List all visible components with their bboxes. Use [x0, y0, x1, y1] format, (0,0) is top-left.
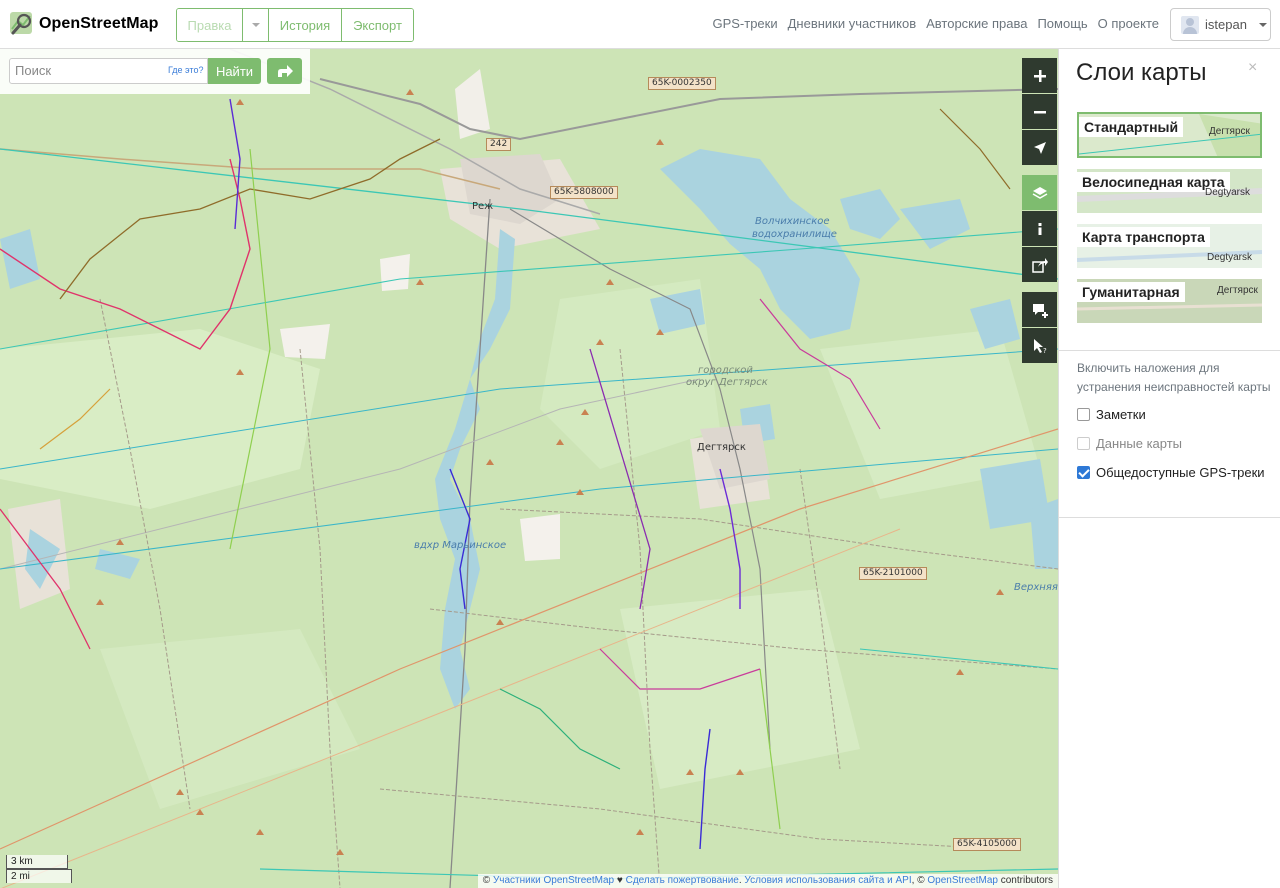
attribution: © Участники OpenStreetMap ♥ Сделать поже…: [477, 874, 1058, 888]
map-label-district-2: округ Дегтярск: [686, 377, 768, 388]
layers-button[interactable]: [1022, 175, 1057, 210]
map-canvas[interactable]: Реж Волчихинское водохранилище городской…: [0, 49, 1058, 888]
zoom-in-button[interactable]: [1022, 58, 1057, 93]
map-data-checkbox[interactable]: [1077, 437, 1090, 450]
gps-traces-checkbox[interactable]: [1077, 466, 1090, 479]
close-icon[interactable]: ×: [1248, 59, 1257, 77]
locate-button[interactable]: [1022, 130, 1057, 165]
map-tiles: [0, 49, 1058, 888]
nav-gps-traces[interactable]: GPS-треки: [712, 16, 777, 31]
edit-dropdown-button[interactable]: [243, 9, 269, 41]
directions-icon: [277, 65, 293, 77]
contributors-link[interactable]: Участники OpenStreetMap: [493, 875, 614, 886]
info-icon: [1038, 222, 1041, 235]
history-button[interactable]: История: [269, 9, 342, 41]
edit-button[interactable]: Правка: [177, 9, 243, 41]
share-button[interactable]: [1022, 247, 1057, 282]
overlay-label: Заметки: [1096, 407, 1146, 422]
road-shield: 65K-4105000: [953, 838, 1021, 851]
scale-km: 3 km: [6, 855, 68, 869]
plus-icon: [1033, 69, 1046, 82]
layer-preview-label: Degtyarsk: [1207, 252, 1253, 263]
map-label-village: Верхняя: [1014, 582, 1058, 593]
osm-link[interactable]: OpenStreetMap: [927, 875, 998, 886]
layer-label: Карта транспорта: [1077, 227, 1210, 247]
road-shield: 65K-5808000: [550, 186, 618, 199]
note-add-icon: [1032, 303, 1048, 318]
map-key-button[interactable]: [1022, 211, 1057, 246]
chevron-down-icon: [251, 23, 260, 27]
layers-sidebar: Слои карты × Стандартный Дегтярск Велоси…: [1058, 49, 1280, 888]
donate-link[interactable]: Сделать пожертвование: [626, 875, 739, 886]
add-note-button[interactable]: [1022, 292, 1057, 327]
sidebar-title: Слои карты: [1076, 59, 1207, 86]
avatar: [1181, 15, 1199, 34]
divider: [1059, 350, 1280, 351]
map-controls: ?: [1022, 58, 1057, 364]
layer-label: Гуманитарная: [1077, 282, 1185, 302]
heart-icon: ♥: [616, 875, 623, 886]
notes-checkbox[interactable]: [1077, 408, 1090, 421]
overlay-label: Общедоступные GPS-треки: [1096, 465, 1265, 480]
cursor-question-icon: ?: [1033, 338, 1047, 354]
logo-text: OpenStreetMap: [39, 15, 159, 32]
logo[interactable]: OpenStreetMap: [9, 11, 159, 37]
overlay-label: Данные карты: [1096, 436, 1183, 451]
overlay-notes[interactable]: Заметки: [1077, 407, 1146, 422]
layer-standard[interactable]: Стандартный Дегтярск: [1077, 112, 1262, 158]
header: OpenStreetMap Правка История Экспорт GPS…: [0, 0, 1280, 49]
layer-humanitarian[interactable]: Гуманитарная Дегтярск: [1077, 279, 1262, 323]
attribution-tail: contributors: [1000, 875, 1053, 886]
map-label-reservoir: Волчихинское: [755, 216, 830, 227]
edit-button-group: Правка История Экспорт: [176, 8, 414, 42]
layer-cycle[interactable]: Велосипедная карта Degtyarsk: [1077, 169, 1262, 213]
export-button[interactable]: Экспорт: [342, 9, 413, 41]
top-nav: GPS-треки Дневники участников Авторские …: [712, 16, 1159, 31]
nav-about[interactable]: О проекте: [1098, 16, 1159, 31]
location-arrow-icon: [1033, 141, 1046, 154]
svg-text:?: ?: [1043, 347, 1047, 354]
overlay-gps-traces[interactable]: Общедоступные GPS-треки: [1077, 465, 1265, 480]
terms-link[interactable]: Условия использования сайта и API: [744, 875, 911, 886]
share-icon: [1031, 257, 1048, 273]
overlay-info: Включить наложения для устранения неиспр…: [1077, 361, 1271, 394]
layer-label: Стандартный: [1079, 117, 1184, 137]
layer-preview-label: Дегтярск: [1217, 285, 1258, 296]
nav-diaries[interactable]: Дневники участников: [788, 16, 917, 31]
scale-mi: 2 mi: [6, 869, 72, 883]
nav-copyright[interactable]: Авторские права: [926, 16, 1027, 31]
osm-logo-icon: [9, 11, 35, 37]
map-label-district: городской: [698, 365, 753, 376]
user-menu-button[interactable]: istepan: [1170, 8, 1271, 41]
attribution-copy: ©: [482, 875, 491, 886]
map-scale: 3 km 2 mi: [6, 855, 72, 883]
query-features-button[interactable]: ?: [1022, 328, 1057, 363]
search-go-button[interactable]: Найти: [208, 58, 261, 84]
map-label-city: Реж: [472, 201, 494, 212]
search-bar: Поиск Где это? Найти: [0, 49, 310, 94]
minus-icon: [1033, 110, 1046, 113]
username: istepan: [1205, 17, 1247, 32]
attribution-dot: .: [738, 875, 742, 886]
chevron-down-icon: [1258, 22, 1267, 27]
map-label-town: Дегтярск: [697, 442, 746, 453]
road-shield: 65K-2101000: [859, 567, 927, 580]
map-label-pond: вдхр Марьинское: [414, 540, 507, 551]
overlay-map-data[interactable]: Данные карты: [1077, 436, 1182, 451]
divider: [1059, 517, 1280, 518]
nav-help[interactable]: Помощь: [1037, 16, 1087, 31]
attribution-sep: , ©: [911, 875, 925, 886]
directions-button[interactable]: [267, 58, 302, 84]
layer-transport[interactable]: Карта транспорта Degtyarsk: [1077, 224, 1262, 268]
layer-preview-label: Degtyarsk: [1205, 187, 1251, 198]
zoom-out-button[interactable]: [1022, 94, 1057, 129]
layers-icon: [1032, 186, 1047, 199]
road-shield: 65K-0002350: [648, 77, 716, 90]
where-is-this-link[interactable]: Где это?: [168, 65, 203, 75]
road-shield: 242: [486, 138, 512, 151]
map-label-reservoir-2: водохранилище: [752, 229, 837, 240]
layer-preview-label: Дегтярск: [1209, 126, 1250, 137]
